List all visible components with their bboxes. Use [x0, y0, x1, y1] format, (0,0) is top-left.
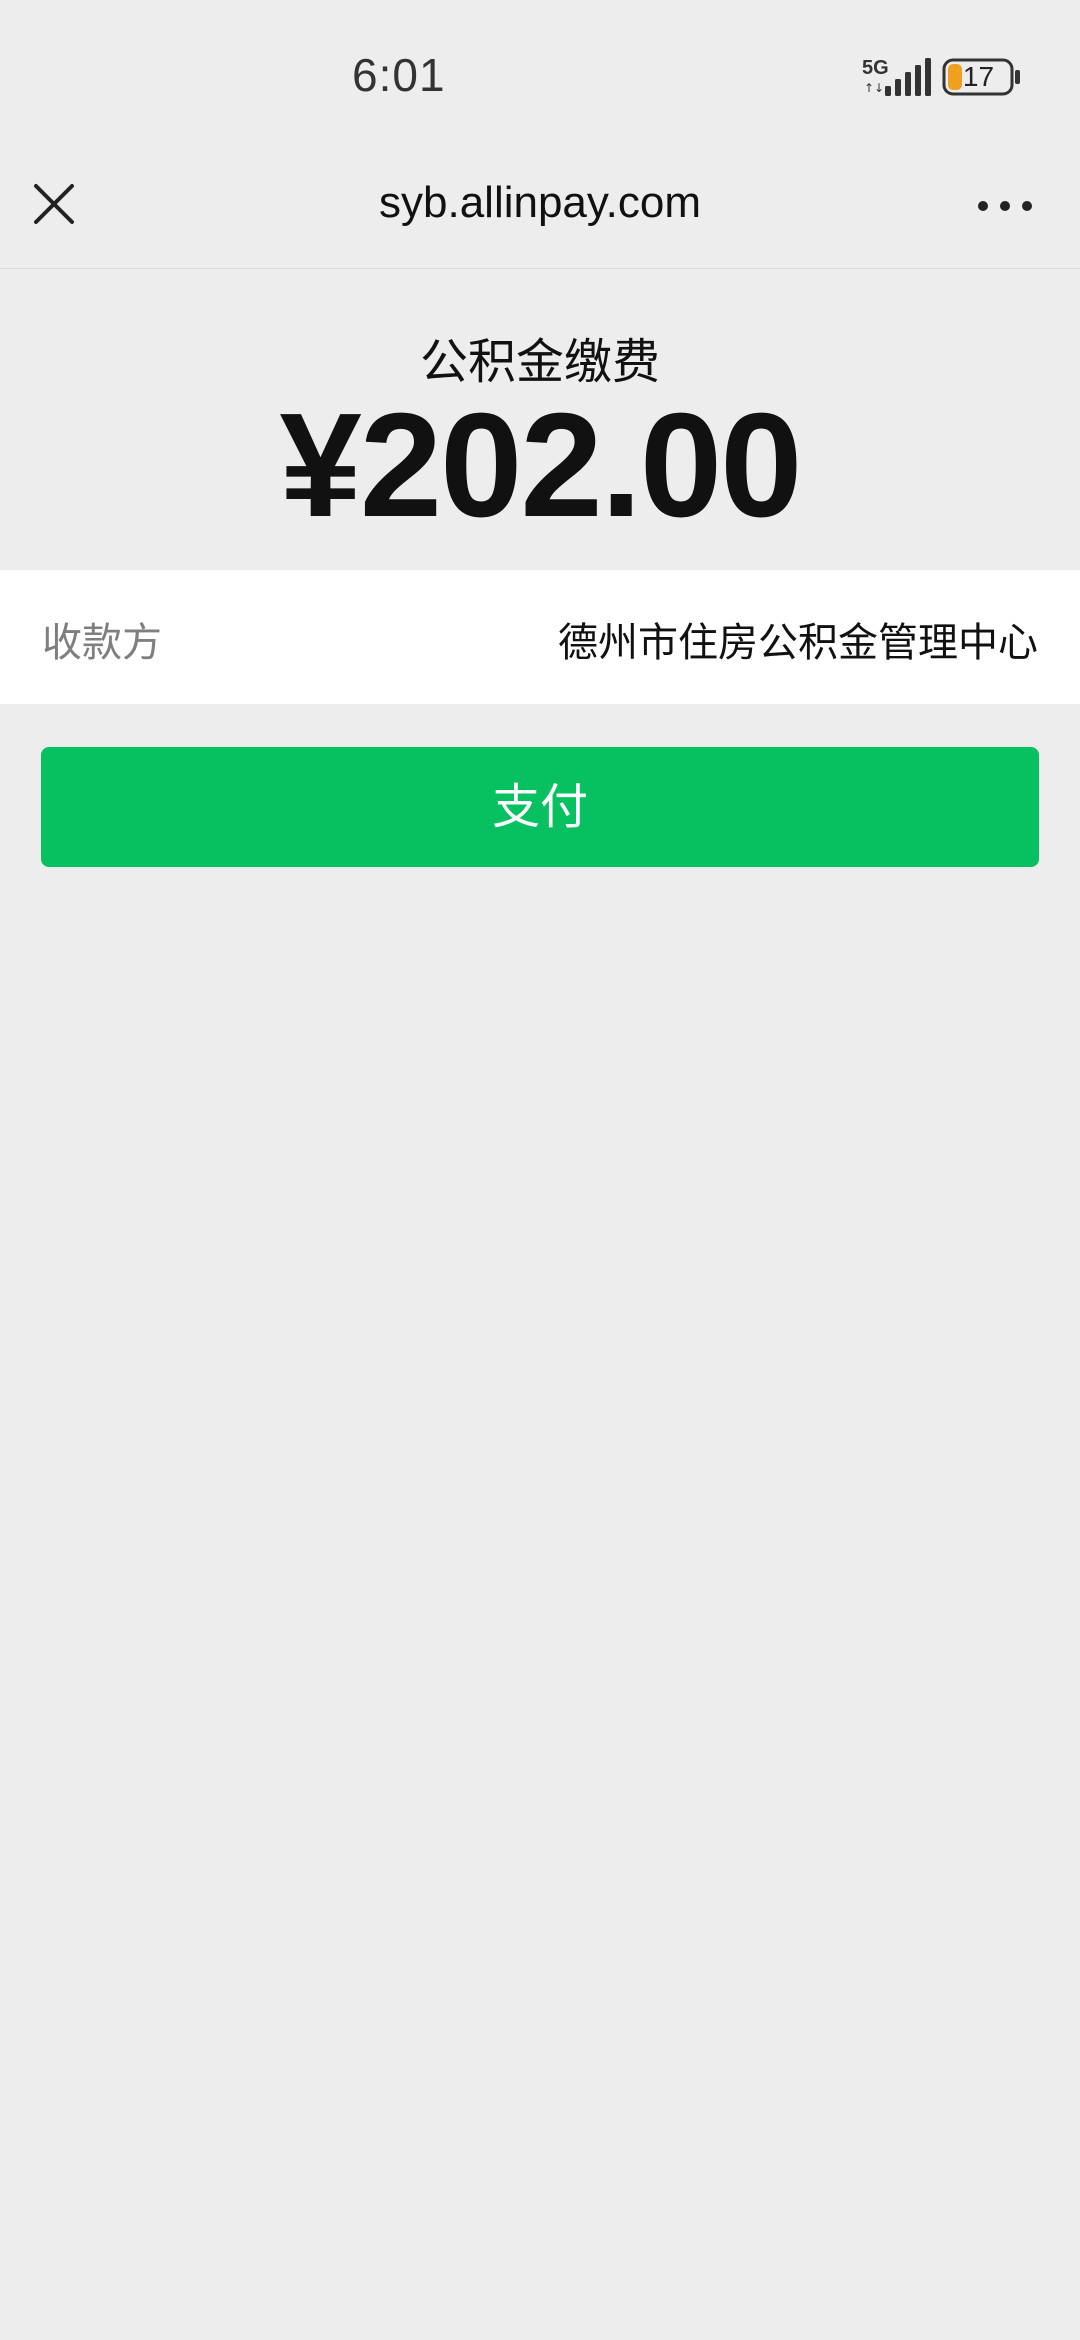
more-icon [978, 201, 1032, 211]
status-bar: 6:01 5G ↑↓ 17 [0, 0, 1080, 150]
payee-row: 收款方 德州市住房公积金管理中心 [0, 570, 1080, 704]
page-url-title: syb.allinpay.com [379, 178, 701, 227]
close-icon [34, 184, 74, 224]
payee-label: 收款方 [42, 620, 162, 666]
nav-bar: syb.allinpay.com [0, 150, 1080, 269]
payment-amount: ¥202.00 [279, 383, 803, 548]
signal-icon [885, 58, 931, 96]
status-time: 6:01 [352, 49, 446, 101]
battery-level: 17 [962, 61, 995, 92]
network-activity-icon: ↑↓ [864, 81, 885, 95]
close-button[interactable] [24, 174, 84, 234]
pay-button[interactable]: 支付 [41, 747, 1039, 867]
payee-value: 德州市住房公积金管理中心 [558, 620, 1038, 666]
payment-label: 公积金缴费 [419, 334, 660, 390]
more-button[interactable] [970, 178, 1040, 234]
